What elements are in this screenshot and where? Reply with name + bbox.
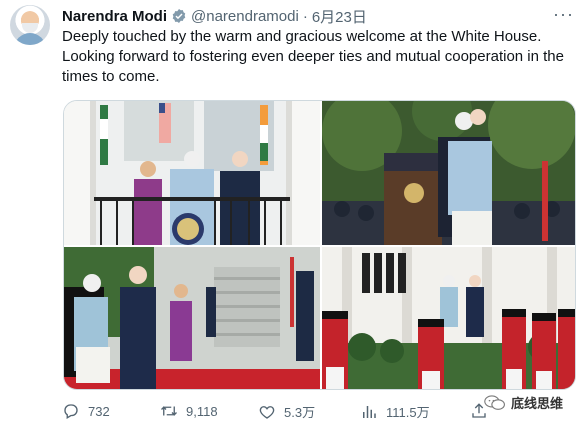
- reply-button[interactable]: 732: [62, 402, 110, 420]
- views-count: 111.5万: [386, 405, 430, 420]
- more-icon[interactable]: ···: [553, 4, 574, 25]
- views-icon: [363, 405, 376, 418]
- tweet-date[interactable]: 6月23日: [312, 6, 367, 27]
- retweet-button[interactable]: 9,118: [160, 402, 218, 420]
- avatar[interactable]: [10, 5, 50, 45]
- retweet-count: 9,118: [186, 403, 218, 419]
- author-name[interactable]: Narendra Modi: [62, 8, 167, 25]
- watermark-text: 底线思维: [511, 396, 564, 411]
- like-button[interactable]: 5.3万: [258, 402, 315, 421]
- tweet-text: Deeply touched by the warm and gracious …: [62, 28, 564, 85]
- wechat-icon: [484, 394, 505, 410]
- reply-count: 732: [88, 403, 110, 419]
- retweet-icon: [161, 406, 177, 416]
- photo-balcony[interactable]: [64, 101, 320, 245]
- reply-icon: [64, 404, 78, 419]
- photo-honor-guard[interactable]: [322, 247, 575, 389]
- views-button[interactable]: 111.5万: [360, 402, 430, 421]
- verified-badge-icon: [171, 8, 187, 24]
- photo-handshake[interactable]: [64, 247, 320, 389]
- watermark: 底线思维: [484, 393, 563, 412]
- like-icon: [259, 405, 275, 419]
- photo-hug[interactable]: [322, 101, 575, 245]
- author-handle[interactable]: @narendramodi: [191, 8, 299, 25]
- like-count: 5.3万: [284, 405, 316, 420]
- tweet-header: Narendra Modi @narendramodi · 6月23日: [62, 6, 367, 26]
- separator-dot: ·: [302, 7, 308, 25]
- media-grid: [63, 100, 576, 390]
